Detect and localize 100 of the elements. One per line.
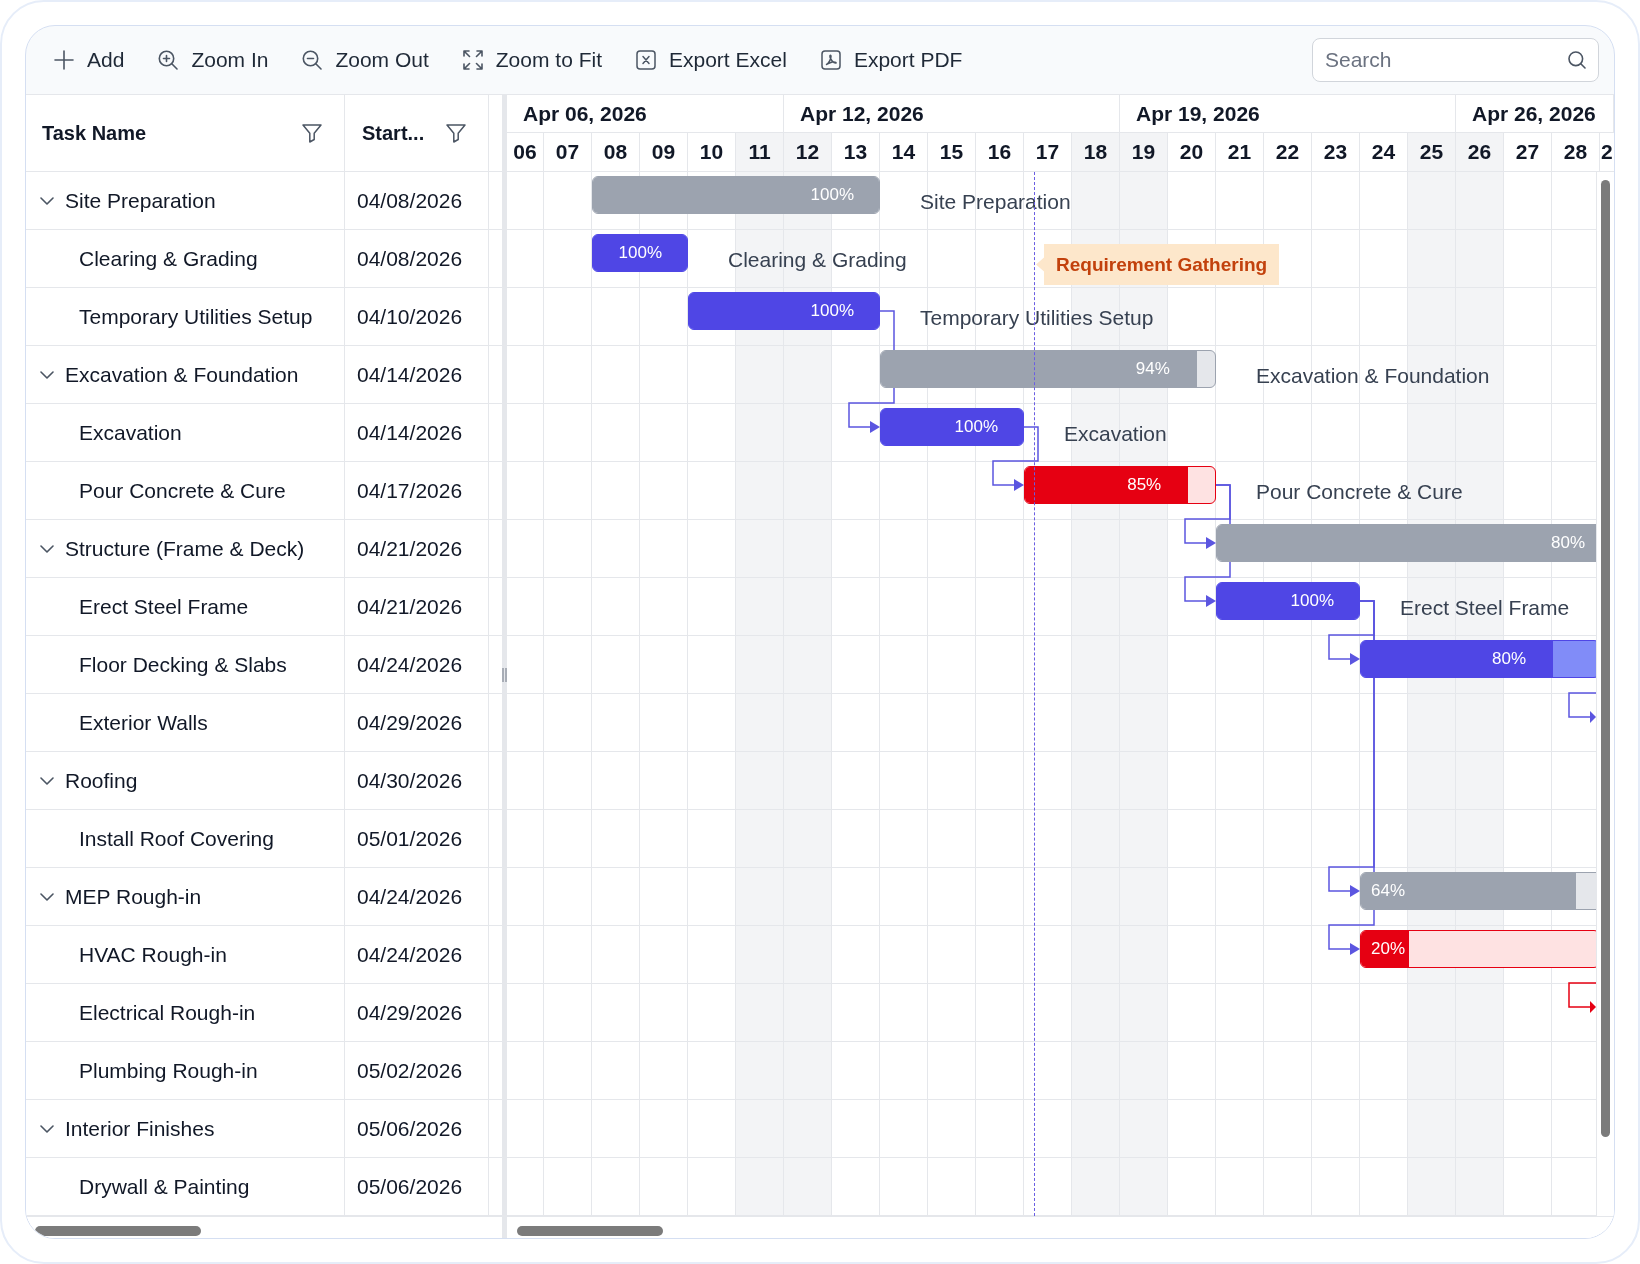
chevron-down-icon[interactable] [40, 544, 54, 553]
plus-icon [54, 50, 74, 70]
start-date: 04/24/2026 [357, 884, 463, 909]
start-date: 04/21/2026 [357, 594, 463, 619]
chevron-down-icon[interactable] [40, 892, 54, 901]
start-date: 04/29/2026 [357, 1000, 463, 1025]
progress-label: 80% [1550, 532, 1585, 554]
zoom-out-button[interactable]: Zoom Out [286, 41, 445, 79]
progress-label: 94% [1135, 358, 1170, 380]
progress-label: 100% [618, 242, 662, 264]
search-field[interactable]: Search [1312, 38, 1599, 82]
scrollbar-thumb[interactable] [35, 1226, 201, 1236]
task-name: Roofing [65, 768, 138, 793]
day-header: 16 [976, 133, 1024, 171]
scrollbar-thumb[interactable] [517, 1226, 663, 1236]
chevron-down-icon[interactable] [40, 776, 54, 785]
task-bar-label: Temporary Utilities Setup [920, 306, 1154, 330]
task-name: Site Preparation [65, 188, 216, 213]
progress-label: 85% [1127, 474, 1162, 496]
day-header: 15 [928, 133, 976, 171]
start-date: 04/29/2026 [357, 710, 463, 735]
start-date: 04/08/2026 [357, 188, 463, 213]
column-header[interactable]: Task Name [42, 121, 147, 145]
progress-label: 100% [954, 416, 998, 438]
day-header: 09 [640, 133, 688, 171]
zoom-to-fit-button[interactable]: Zoom to Fit [446, 41, 618, 79]
start-date: 04/24/2026 [357, 652, 463, 677]
export-pdf-button[interactable]: Export PDF [804, 41, 979, 79]
start-date: 04/14/2026 [357, 420, 463, 445]
start-date: 04/08/2026 [357, 246, 463, 271]
column-header[interactable]: Start... [362, 121, 425, 145]
day-header: 20 [1168, 133, 1216, 171]
start-date: 04/10/2026 [357, 304, 463, 329]
zoom-in-button[interactable]: Zoom In [142, 41, 285, 79]
progress-label: 64% [1371, 880, 1406, 902]
filter-icon[interactable] [446, 123, 466, 143]
task-bar[interactable]: 100% [1216, 582, 1360, 620]
chevron-down-icon[interactable] [40, 1124, 54, 1133]
task-bar-label: Excavation & Foundation [1256, 364, 1490, 388]
filter-icon[interactable] [302, 123, 322, 143]
task-bar[interactable]: 100% [688, 292, 880, 330]
task-bar-label: Pour Concrete & Cure [1256, 480, 1463, 504]
task-bar[interactable]: 100% [880, 408, 1024, 446]
task-name: MEP Rough-in [65, 884, 202, 909]
task-name: Excavation [79, 420, 182, 445]
day-header: 12 [784, 133, 832, 171]
task-name: Excavation & Foundation [65, 362, 299, 387]
day-header: 13 [832, 133, 880, 171]
start-date: 04/24/2026 [357, 942, 463, 967]
task-name: Clearing & Grading [79, 246, 258, 271]
add-button[interactable]: Add [38, 41, 141, 79]
zoom-out-icon [302, 50, 323, 70]
day-header: 27 [1504, 133, 1552, 171]
day-header: 2 [1600, 139, 1614, 165]
progress-label: 80% [1491, 648, 1526, 670]
day-header: 19 [1120, 133, 1168, 171]
task-name: Erect Steel Frame [79, 594, 249, 619]
x-square-icon [636, 50, 656, 70]
day-header: 23 [1312, 133, 1360, 171]
task-bar-label: Clearing & Grading [728, 248, 907, 272]
task-name: Drywall & Painting [79, 1174, 250, 1199]
task-name: Floor Decking & Slabs [79, 652, 287, 677]
start-date: 05/02/2026 [357, 1058, 463, 1083]
grip-icon[interactable] [502, 668, 507, 682]
start-date: 04/14/2026 [357, 362, 463, 387]
search-icon[interactable] [1568, 51, 1586, 69]
task-bar-label: Site Preparation [920, 190, 1071, 214]
task-name: Temporary Utilities Setup [79, 304, 313, 329]
start-date: 05/06/2026 [357, 1174, 463, 1199]
task-name: Interior Finishes [65, 1116, 215, 1141]
task-bar-label: Excavation [1064, 422, 1167, 446]
start-date: 05/01/2026 [357, 826, 463, 851]
day-header: 26 [1456, 133, 1504, 171]
task-name: Exterior Walls [79, 710, 208, 735]
day-header: 25 [1408, 133, 1456, 171]
export-excel-button[interactable]: Export Excel [620, 41, 803, 79]
task-name: Plumbing Rough-in [79, 1058, 258, 1083]
task-name: Pour Concrete & Cure [79, 478, 286, 503]
start-date: 04/17/2026 [357, 478, 463, 503]
day-header: 18 [1072, 133, 1120, 171]
progress-label: 100% [1290, 590, 1334, 612]
day-header: 28 [1552, 133, 1600, 171]
day-header: 14 [880, 133, 928, 171]
progress-label: 100% [810, 300, 854, 322]
event-marker-label: Requirement Gathering [1036, 244, 1280, 285]
scrollbar-thumb[interactable] [1601, 180, 1610, 1137]
task-bar[interactable]: 80% [1360, 640, 1596, 678]
chevron-down-icon[interactable] [40, 370, 54, 379]
start-date: 04/30/2026 [357, 768, 463, 793]
pdf-icon [820, 50, 841, 70]
day-header: 08 [592, 133, 640, 171]
critical-task-bar[interactable]: 85% [1024, 466, 1216, 504]
day-header: 22 [1264, 133, 1312, 171]
task-bar[interactable]: 100% [592, 234, 688, 272]
chevron-down-icon[interactable] [40, 196, 54, 205]
task-name: HVAC Rough-in [79, 942, 227, 967]
day-header: 07 [544, 133, 592, 171]
task-name: Structure (Frame & Deck) [65, 536, 305, 561]
progress-label: 20% [1371, 938, 1406, 960]
critical-task-bar[interactable]: 20% [1360, 930, 1596, 968]
